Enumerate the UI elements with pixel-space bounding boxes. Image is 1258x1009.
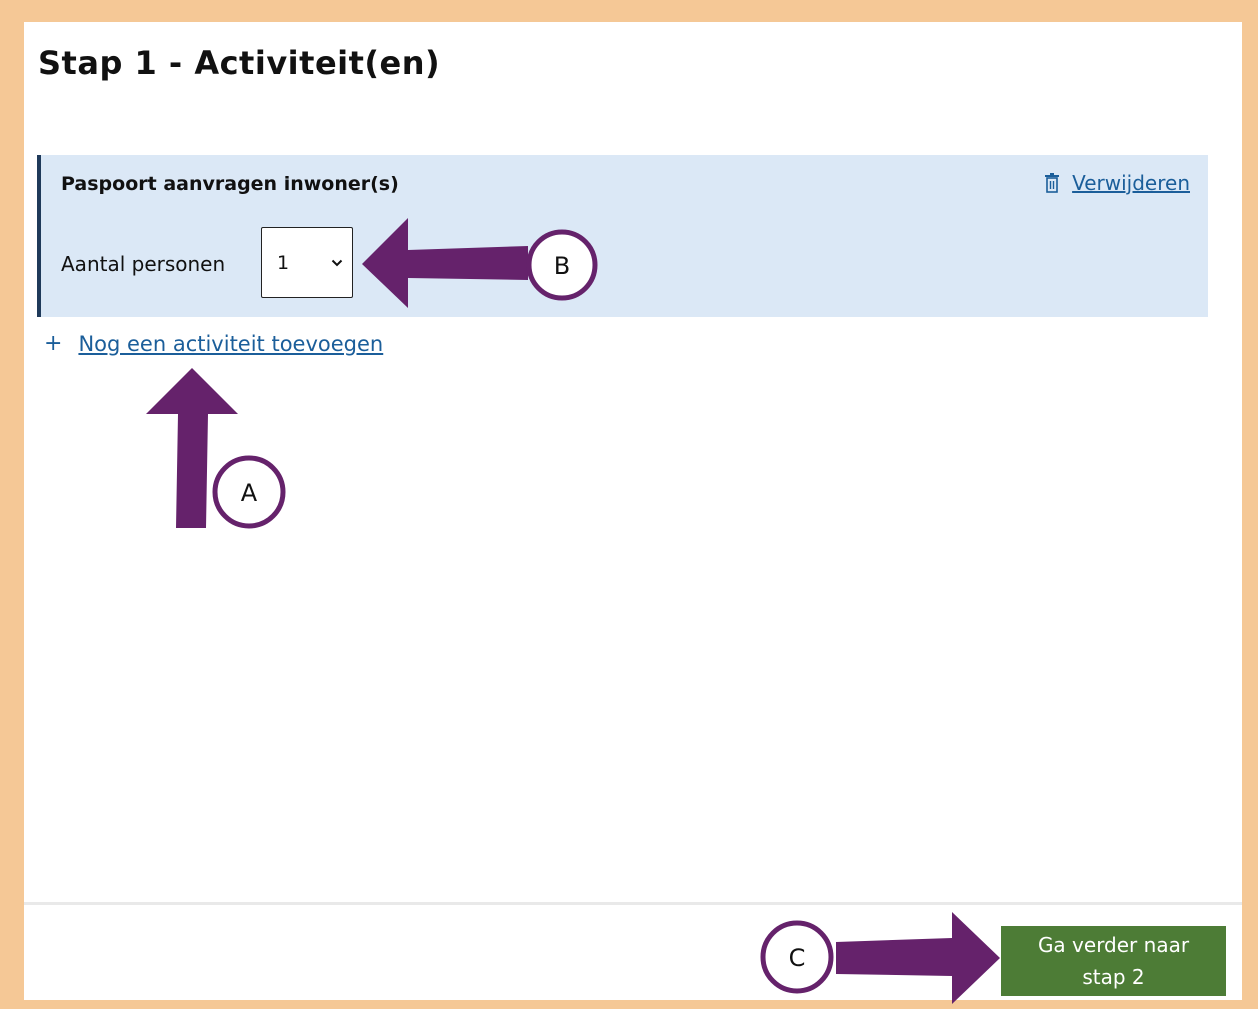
plus-icon: + [44, 331, 63, 356]
activity-card: Paspoort aanvragen inwoner(s) Verwijdere… [37, 155, 1208, 317]
trash-icon [1045, 173, 1060, 193]
persons-label: Aantal personen [61, 252, 226, 276]
chevron-down-icon [331, 259, 343, 266]
activity-title: Paspoort aanvragen inwoner(s) [61, 173, 399, 195]
persons-count-select[interactable]: 1 [261, 227, 353, 298]
page-title: Stap 1 - Activiteit(en) [38, 44, 441, 82]
add-activity-label[interactable]: Nog een activiteit toevoegen [78, 332, 383, 356]
next-step-button-line1: Ga verder naar [1037, 933, 1190, 957]
next-step-button[interactable]: Ga verder naar stap 2 [1001, 926, 1226, 996]
remove-activity-link[interactable]: Verwijderen [1044, 171, 1190, 195]
add-activity-link[interactable]: + Nog een activiteit toevoegen [44, 331, 383, 356]
persons-count-value: 1 [277, 251, 290, 274]
remove-activity-label[interactable]: Verwijderen [1072, 171, 1190, 195]
page-frame: Stap 1 - Activiteit(en) Paspoort aanvrag… [24, 22, 1242, 1000]
next-step-button-line2: stap 2 [1082, 965, 1145, 989]
